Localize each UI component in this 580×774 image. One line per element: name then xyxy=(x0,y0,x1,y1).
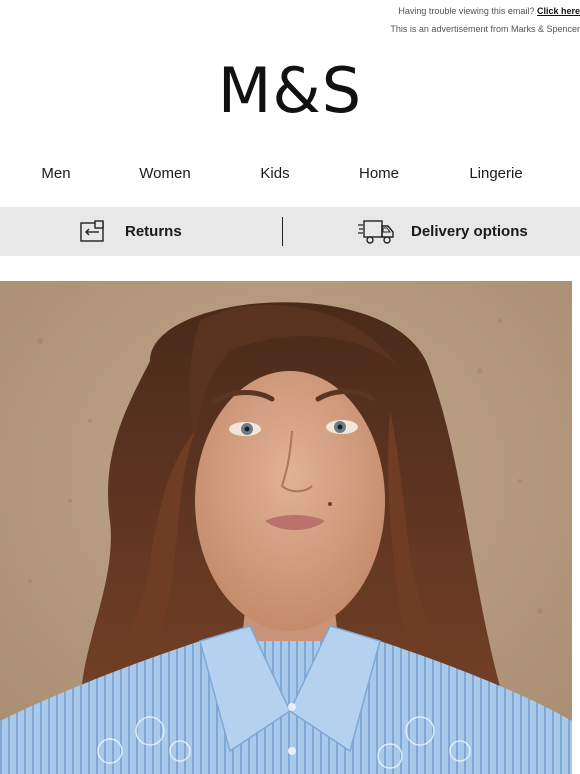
click-here-link[interactable]: Click here xyxy=(537,6,580,16)
delivery-van-icon xyxy=(357,218,395,246)
returns-icon xyxy=(79,219,107,244)
nav-item-men[interactable]: Men xyxy=(41,160,70,188)
nav-item-women[interactable]: Women xyxy=(139,160,190,188)
hero-image[interactable] xyxy=(0,281,572,774)
returns-link[interactable]: Returns xyxy=(79,207,182,256)
delivery-options-link[interactable]: Delivery options xyxy=(357,207,528,256)
preheader-trouble-line: Having trouble viewing this email? Click… xyxy=(398,6,580,16)
nav-item-home[interactable]: Home xyxy=(359,160,399,188)
ad-notice: This is an advertisement from Marks & Sp… xyxy=(390,24,580,34)
service-bar: Returns Delivery options xyxy=(0,207,580,256)
logo-text: M&S xyxy=(217,54,363,127)
main-nav: Men Women Kids Home Lingerie xyxy=(0,160,580,188)
returns-label: Returns xyxy=(125,223,182,240)
hero-portrait xyxy=(0,281,572,774)
service-divider xyxy=(282,217,283,246)
nav-item-lingerie[interactable]: Lingerie xyxy=(469,160,522,188)
preheader: Having trouble viewing this email? Click… xyxy=(0,0,580,42)
delivery-label: Delivery options xyxy=(411,223,528,240)
brand-logo[interactable]: M&S xyxy=(0,52,580,130)
nav-item-kids[interactable]: Kids xyxy=(260,160,289,188)
trouble-text: Having trouble viewing this email? xyxy=(398,6,535,16)
